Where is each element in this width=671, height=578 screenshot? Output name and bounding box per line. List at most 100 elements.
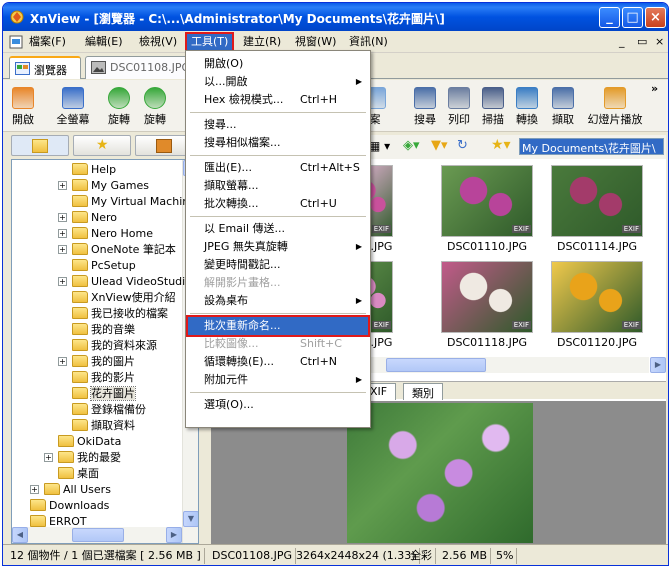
- tools-menu-item[interactable]: Hex 檢視模式... Ctrl+H: [188, 91, 368, 109]
- menu-item-label: 解開影片畫格...: [204, 276, 281, 289]
- tools-menu-item[interactable]: 批次重新命名...: [186, 315, 370, 337]
- favorites-pane-button[interactable]: ★: [73, 135, 131, 156]
- tree-item[interactable]: My Virtual Machine: [72, 194, 196, 210]
- tools-menu-item[interactable]: 設為桌布 ▶: [188, 292, 368, 310]
- tree-item[interactable]: 登錄檔備份: [72, 402, 146, 418]
- tree-item[interactable]: Help: [72, 162, 116, 178]
- tree-item[interactable]: OkiData: [58, 434, 121, 450]
- tree-item[interactable]: 擷取資料: [72, 418, 135, 434]
- tab-image[interactable]: DSC01108.JPG: [85, 56, 193, 79]
- tools-menu-item[interactable]: 匯出(E)... Ctrl+Alt+S: [188, 159, 368, 177]
- tree-item[interactable]: ERROT: [30, 514, 87, 530]
- tools-menu-item[interactable]: 循環轉換(E)... Ctrl+N: [188, 353, 368, 371]
- capture-button[interactable]: 擷取: [545, 84, 581, 128]
- tree-item[interactable]: + Ulead VideoStudio: [58, 274, 192, 290]
- menu-item-label: 以...開啟: [204, 75, 248, 88]
- tools-menu-item[interactable]: 批次轉換... Ctrl+U: [188, 195, 368, 213]
- tree-item[interactable]: + Nero Home: [58, 226, 153, 242]
- open-button[interactable]: 開啟: [5, 84, 41, 128]
- mdi-restore-button[interactable]: ▭: [633, 34, 651, 51]
- expand-toggle[interactable]: +: [44, 453, 53, 462]
- menu-window[interactable]: 視窗(W): [291, 34, 340, 51]
- tools-menu-item[interactable]: 附加元件 ▶: [188, 371, 368, 389]
- rotate-right-button[interactable]: 旋轉: [137, 84, 173, 128]
- scroll-thumb[interactable]: [72, 528, 124, 542]
- expand-toggle[interactable]: +: [58, 181, 67, 190]
- menu-info[interactable]: 資訊(N): [345, 34, 392, 51]
- tree-item[interactable]: + All Users: [30, 482, 111, 498]
- print-button[interactable]: 列印: [441, 84, 477, 128]
- tools-menu-item[interactable]: 搜尋相似檔案...: [188, 134, 368, 152]
- favorite-star-icon[interactable]: ★▾: [491, 137, 511, 153]
- menu-view[interactable]: 檢視(V): [135, 34, 181, 51]
- thumbnail-item[interactable]: EXIF DSC01120.JPG: [551, 261, 643, 353]
- folder-icon: [72, 339, 88, 351]
- close-button[interactable]: ×: [645, 7, 666, 28]
- expand-toggle[interactable]: +: [30, 485, 39, 494]
- tree-item[interactable]: 我的資料來源: [72, 338, 157, 354]
- tab-category[interactable]: 類別: [403, 383, 443, 400]
- tree-item[interactable]: + 我的最愛: [44, 450, 121, 466]
- tools-menu-item[interactable]: 以 Email 傳送...: [188, 220, 368, 238]
- mdi-close-button[interactable]: ×: [651, 34, 668, 51]
- menu-create[interactable]: 建立(R): [239, 34, 285, 51]
- search-button[interactable]: 搜尋: [407, 84, 443, 128]
- toolbar-overflow-button[interactable]: »: [651, 82, 658, 95]
- tree-item[interactable]: + 我的圖片: [58, 354, 135, 370]
- tools-menu-item[interactable]: 變更時間戳記...: [188, 256, 368, 274]
- scroll-left-arrow[interactable]: ◀: [12, 527, 28, 543]
- mdi-minimize-button[interactable]: _: [615, 34, 629, 51]
- scan-button[interactable]: 掃描: [475, 84, 511, 128]
- menu-tools[interactable]: 工具(T): [184, 32, 235, 53]
- rotate-left-button[interactable]: 旋轉: [101, 84, 137, 128]
- scroll-right-arrow[interactable]: ▶: [650, 357, 666, 373]
- tools-menu-item[interactable]: 以...開啟 ▶: [188, 73, 368, 91]
- tree-item-label: Help: [91, 163, 117, 176]
- refresh-icon[interactable]: ↻: [457, 138, 468, 153]
- scroll-thumb[interactable]: [386, 358, 486, 372]
- scroll-down-arrow[interactable]: ▼: [183, 511, 198, 527]
- tools-menu-item[interactable]: 選項(O)...: [188, 396, 368, 414]
- tree-item[interactable]: 桌面: [58, 466, 99, 482]
- minimize-button[interactable]: _: [599, 7, 620, 28]
- thumbnail-item[interactable]: EXIF DSC01118.JPG: [441, 261, 533, 353]
- tree-item[interactable]: + OneNote 筆記本: [58, 242, 176, 258]
- expand-toggle[interactable]: +: [58, 277, 67, 286]
- menu-file[interactable]: 檔案(F): [25, 34, 70, 51]
- tree-item[interactable]: 我的影片: [72, 370, 135, 386]
- navigate-icon[interactable]: ◈▾: [403, 138, 420, 153]
- slideshow-button[interactable]: 幻燈片播放: [583, 84, 647, 128]
- folder-tree[interactable]: ▲ ▼ ◀ ▶ Help+My GamesMy Virtual Machine+…: [11, 159, 199, 544]
- filter-icon[interactable]: ▼▾: [431, 138, 448, 153]
- submenu-arrow-icon: ▶: [355, 296, 362, 305]
- address-combobox[interactable]: My Documents\花卉圖片\: [519, 138, 664, 155]
- window-title: XnView - [瀏覽器 - C:\...\Administrator\My …: [30, 12, 445, 26]
- menu-edit[interactable]: 編輯(E): [81, 34, 127, 51]
- menu-item-label: 批次重新命名...: [204, 319, 281, 332]
- tab-browser[interactable]: 瀏覽器: [9, 56, 81, 79]
- convert-button[interactable]: 轉換: [509, 84, 545, 128]
- scroll-right-arrow[interactable]: ▶: [166, 527, 182, 543]
- tree-item[interactable]: + My Games: [58, 178, 149, 194]
- thumbnail-item[interactable]: EXIF DSC01110.JPG: [441, 165, 533, 257]
- maximize-button[interactable]: □: [622, 7, 643, 28]
- fullscreen-button[interactable]: 全螢幕: [51, 84, 95, 128]
- tools-menu-item[interactable]: 開啟(O): [188, 55, 368, 73]
- tools-menu-item[interactable]: JPEG 無失真旋轉 ▶: [188, 238, 368, 256]
- expand-toggle[interactable]: +: [58, 245, 67, 254]
- tree-item[interactable]: Downloads: [30, 498, 109, 514]
- tree-item[interactable]: 我的音樂: [72, 322, 135, 338]
- view-mode-icon[interactable]: ▦ ▾: [369, 139, 390, 153]
- expand-toggle[interactable]: +: [58, 213, 67, 222]
- tree-item[interactable]: XnView使用介紹: [72, 290, 176, 306]
- tree-item[interactable]: + Nero: [58, 210, 117, 226]
- tree-item[interactable]: 我已接收的檔案: [72, 306, 168, 322]
- tree-item[interactable]: 花卉圖片: [72, 386, 136, 402]
- tree-item[interactable]: PcSetup: [72, 258, 136, 274]
- expand-toggle[interactable]: +: [58, 357, 67, 366]
- tools-menu-item[interactable]: 搜尋...: [188, 116, 368, 134]
- tools-menu-item[interactable]: 擷取螢幕...: [188, 177, 368, 195]
- expand-toggle[interactable]: +: [58, 229, 67, 238]
- thumbnail-item[interactable]: EXIF DSC01114.JPG: [551, 165, 643, 257]
- folders-pane-button[interactable]: [11, 135, 69, 156]
